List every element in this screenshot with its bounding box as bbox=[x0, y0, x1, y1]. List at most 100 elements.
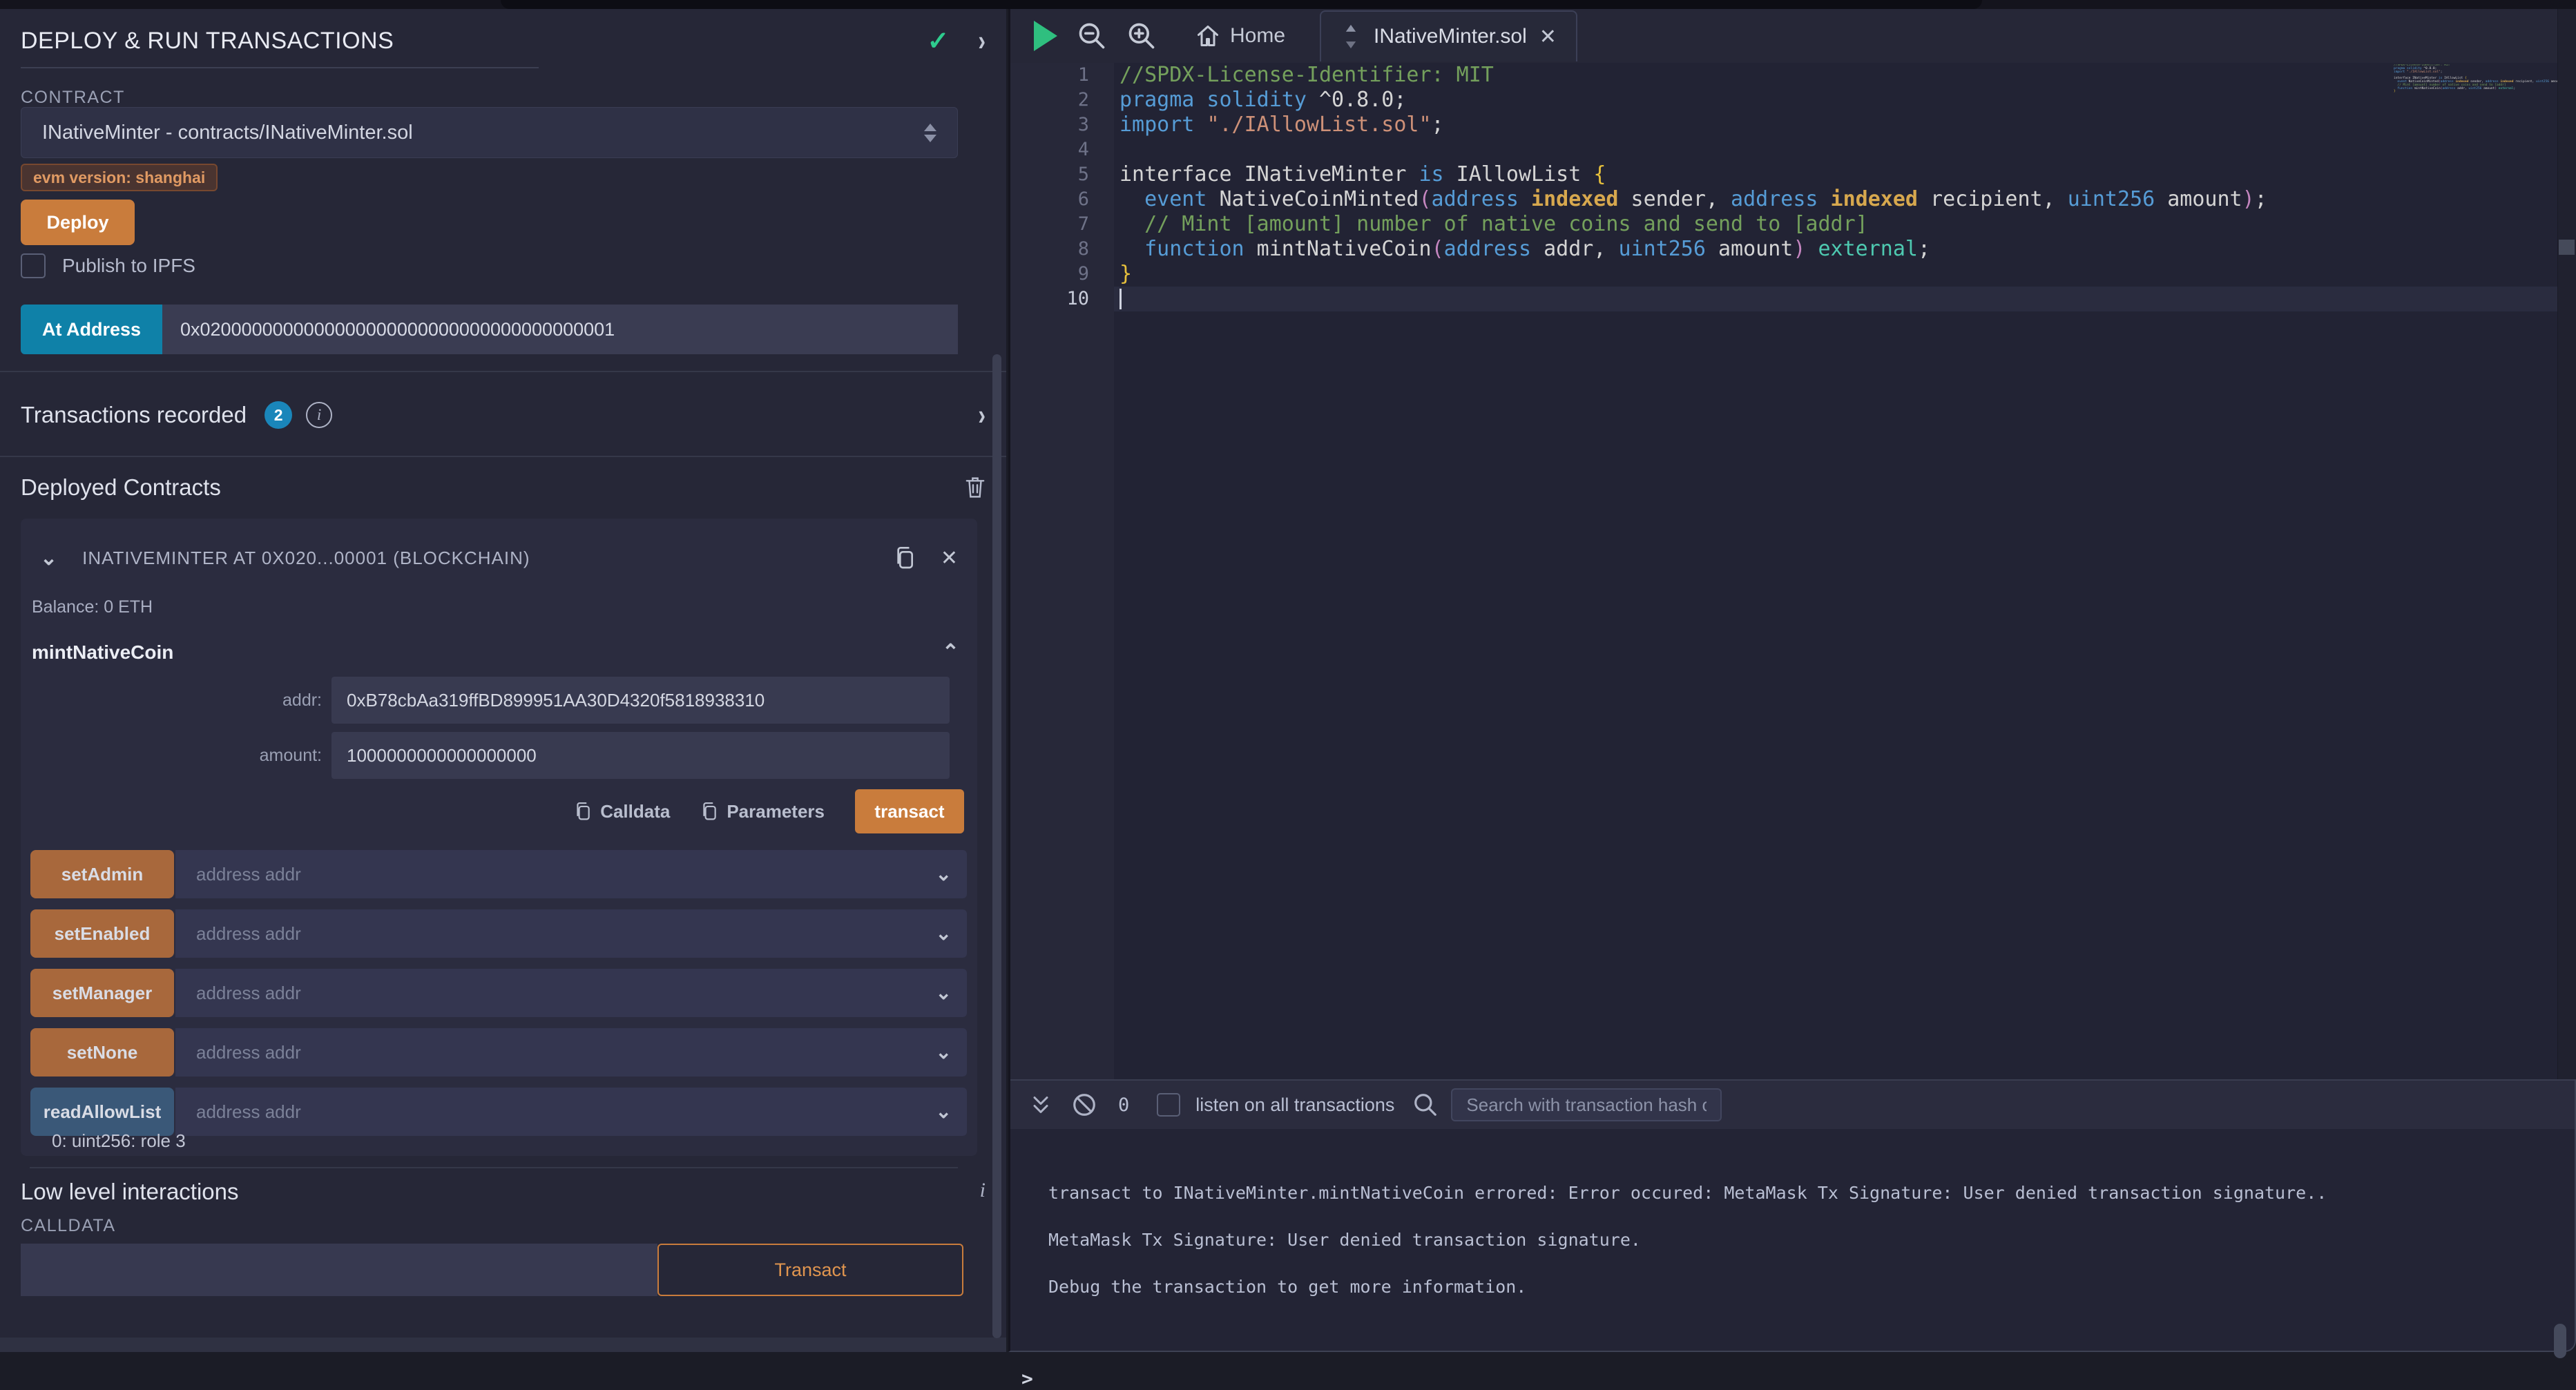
transactions-count-badge: 2 bbox=[265, 401, 292, 429]
terminal-log-line: MetaMask Tx Signature: User denied trans… bbox=[1048, 1230, 1641, 1250]
contract-select[interactable]: INativeMinter - contracts/INativeMinter.… bbox=[21, 107, 958, 158]
panel-scrollbar[interactable] bbox=[992, 354, 1001, 1338]
at-address-input[interactable] bbox=[162, 305, 958, 354]
contract-collapse-icon[interactable]: ⌄ bbox=[40, 546, 57, 570]
contract-label: CONTRACT bbox=[21, 88, 125, 108]
transactions-expand-icon[interactable]: › bbox=[978, 398, 986, 432]
search-icon bbox=[1412, 1092, 1439, 1118]
chevron-down-icon[interactable]: ⌄ bbox=[936, 862, 952, 885]
calldata-label: CALLDATA bbox=[21, 1216, 116, 1236]
line-number: 5 bbox=[1010, 162, 1114, 187]
tab-file-label: INativeMinter.sol bbox=[1374, 25, 1527, 48]
terminal-log-line: Debug the transaction to get more inform… bbox=[1048, 1277, 1526, 1297]
current-line-highlight bbox=[1114, 287, 2557, 311]
copy-icon bbox=[574, 801, 592, 822]
run-script-icon[interactable] bbox=[1034, 21, 1057, 51]
terminal-search-input[interactable] bbox=[1451, 1088, 1722, 1121]
line-number: 8 bbox=[1010, 237, 1114, 262]
expand-terminal-icon[interactable] bbox=[1028, 1092, 1053, 1117]
panel-footer-strip bbox=[0, 1338, 1006, 1352]
calldata-input[interactable] bbox=[21, 1244, 657, 1296]
code-line-1: 1//SPDX-License-Identifier: MIT bbox=[1010, 63, 2557, 88]
function-collapse-icon[interactable]: ⌃ bbox=[942, 640, 959, 664]
copy-icon[interactable] bbox=[894, 546, 916, 570]
contract-select-value: INativeMinter - contracts/INativeMinter.… bbox=[42, 122, 924, 144]
close-tab-icon[interactable]: ✕ bbox=[1539, 25, 1557, 49]
chevron-down-icon[interactable]: ⌄ bbox=[936, 1100, 952, 1123]
tab-inativeminter[interactable]: INativeMinter.sol ✕ bbox=[1320, 10, 1577, 61]
contract-balance: Balance: 0 ETH bbox=[32, 597, 153, 617]
code-line-8: 8 function mintNativeCoin(address addr, … bbox=[1010, 237, 2557, 262]
trash-icon[interactable] bbox=[965, 476, 986, 499]
terminal-output[interactable]: > transact to INativeMinter.mintNativeCo… bbox=[1010, 1129, 2575, 1351]
editor-scrollbar-track[interactable] bbox=[2557, 9, 2576, 1079]
zoom-out-icon[interactable] bbox=[1077, 21, 1107, 51]
function-field-row: amount: bbox=[21, 732, 950, 779]
listen-all-transactions-label: listen on all transactions bbox=[1195, 1094, 1394, 1116]
at-address-button[interactable]: At Address bbox=[21, 305, 162, 354]
setNone-button[interactable]: setNone bbox=[30, 1028, 174, 1077]
panel-collapse-icon[interactable]: › bbox=[978, 24, 986, 57]
setNone-input[interactable] bbox=[175, 1028, 967, 1077]
deploy-button[interactable]: Deploy bbox=[21, 200, 135, 245]
field-input-addr[interactable] bbox=[331, 677, 950, 724]
zoom-in-icon[interactable] bbox=[1126, 21, 1157, 51]
line-number: 10 bbox=[1010, 287, 1114, 311]
code-line-3: 3import "./IAllowList.sol"; bbox=[1010, 113, 2557, 137]
parameters-copy[interactable]: Parameters bbox=[700, 801, 825, 822]
setEnabled-button[interactable]: setEnabled bbox=[30, 909, 174, 958]
editor-minimap[interactable]: //SPDX-License-Identifier: MITpragma sol… bbox=[2394, 64, 2559, 97]
deploy-run-panel: DEPLOY & RUN TRANSACTIONS ✓ › CONTRACT I… bbox=[0, 9, 1006, 1352]
code-line-9: 9} bbox=[1010, 262, 2557, 287]
evm-version-badge: evm version: shanghai bbox=[21, 164, 218, 191]
panel-title: DEPLOY & RUN TRANSACTIONS bbox=[21, 28, 927, 55]
deployed-contract-card: ⌄ INATIVEMINTER AT 0X020...00001 (BLOCKC… bbox=[21, 519, 977, 1156]
info-icon[interactable]: i bbox=[980, 1179, 986, 1202]
divider bbox=[0, 456, 1006, 457]
code-line-2: 2pragma solidity ^0.8.0; bbox=[1010, 88, 2557, 113]
solidity-icon bbox=[1340, 23, 1361, 50]
readAllowList-button[interactable]: readAllowList bbox=[30, 1088, 174, 1136]
editor-tabbar: Home INativeMinter.sol ✕ bbox=[1010, 9, 2576, 63]
code-area[interactable]: 1//SPDX-License-Identifier: MIT2pragma s… bbox=[1010, 63, 2557, 1079]
chevron-down-icon[interactable]: ⌄ bbox=[936, 922, 952, 945]
setEnabled-input[interactable] bbox=[175, 909, 967, 958]
tab-home[interactable]: Home bbox=[1178, 9, 1303, 63]
low-level-transact-button[interactable]: Transact bbox=[657, 1244, 963, 1296]
field-label: addr: bbox=[21, 691, 331, 711]
method-row-setNone: setNone ⌄ bbox=[30, 1028, 967, 1077]
setAdmin-input[interactable] bbox=[175, 850, 967, 898]
remove-contract-icon[interactable]: ✕ bbox=[941, 546, 958, 570]
select-updown-icon bbox=[924, 124, 936, 142]
method-row-setEnabled: setEnabled ⌄ bbox=[30, 909, 967, 958]
chevron-down-icon[interactable]: ⌄ bbox=[936, 1041, 952, 1063]
tab-home-label: Home bbox=[1230, 24, 1285, 48]
clear-console-icon[interactable] bbox=[1071, 1092, 1097, 1118]
listen-all-transactions-checkbox[interactable] bbox=[1157, 1093, 1180, 1117]
setManager-input[interactable] bbox=[175, 969, 967, 1017]
transact-button[interactable]: transact bbox=[855, 789, 964, 833]
field-input-amount[interactable] bbox=[331, 732, 950, 779]
setAdmin-button[interactable]: setAdmin bbox=[30, 850, 174, 898]
readAllowList-input[interactable] bbox=[175, 1088, 967, 1136]
terminal-scrollbar-thumb[interactable] bbox=[2554, 1324, 2566, 1358]
chevron-down-icon[interactable]: ⌄ bbox=[936, 981, 952, 1004]
line-number: 7 bbox=[1010, 212, 1114, 237]
line-number: 9 bbox=[1010, 262, 1114, 287]
publish-ipfs-checkbox[interactable] bbox=[21, 253, 46, 278]
calldata-copy[interactable]: Calldata bbox=[574, 801, 670, 822]
code-line-4: 4 bbox=[1010, 137, 2557, 162]
read-allowlist-output: 0: uint256: role 3 bbox=[52, 1130, 186, 1152]
editor-scrollbar-thumb[interactable] bbox=[2559, 240, 2575, 255]
window-top-notch bbox=[501, 0, 1982, 9]
code-editor: Home INativeMinter.sol ✕ 1//SPDX-License… bbox=[1008, 9, 2576, 1079]
home-icon bbox=[1195, 23, 1220, 48]
title-underline bbox=[21, 67, 539, 68]
line-number: 6 bbox=[1010, 187, 1114, 212]
terminal-prompt: > bbox=[1021, 1367, 1033, 1390]
info-icon[interactable]: i bbox=[306, 402, 332, 428]
setManager-button[interactable]: setManager bbox=[30, 969, 174, 1017]
copy-icon bbox=[700, 801, 718, 822]
deployed-contracts-title: Deployed Contracts bbox=[21, 474, 965, 501]
function-field-row: addr: bbox=[21, 677, 950, 724]
